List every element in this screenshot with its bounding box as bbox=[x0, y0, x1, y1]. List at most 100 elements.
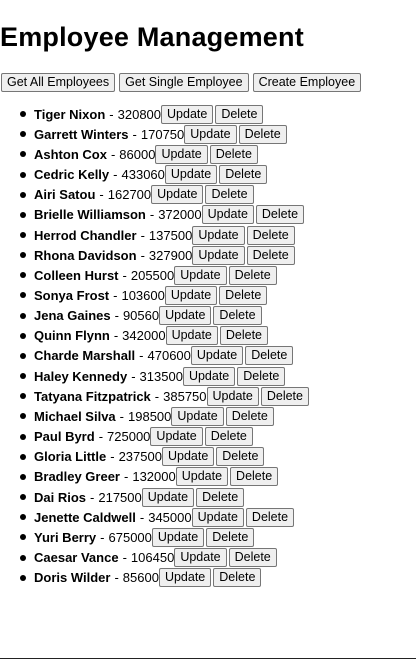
employee-list-item: Michael Silva -198500 Update Delete bbox=[0, 406, 309, 426]
name-salary-separator: - bbox=[98, 429, 104, 445]
update-button[interactable]: Update bbox=[164, 285, 218, 305]
employee-name: Airi Satou bbox=[34, 187, 96, 203]
delete-button[interactable]: Delete bbox=[205, 185, 254, 205]
bullet-icon bbox=[20, 131, 26, 138]
update-button[interactable]: Update bbox=[151, 185, 204, 205]
name-salary-separator: - bbox=[113, 328, 119, 344]
employee-list-item: Ashton Cox -86000 Update Delete bbox=[0, 144, 309, 164]
update-button[interactable]: Update bbox=[190, 346, 244, 366]
employee-name: Bradley Greer bbox=[34, 469, 120, 485]
create-employee-button[interactable]: Create Employee bbox=[252, 73, 362, 92]
employee-name: Caesar Vance bbox=[34, 550, 119, 566]
employee-name: Jena Gaines bbox=[34, 308, 111, 324]
bullet-icon bbox=[20, 473, 26, 480]
update-button[interactable]: Update bbox=[161, 447, 215, 467]
employee-list-item: Airi Satou -162700 Update Delete bbox=[0, 185, 309, 205]
bullet-icon bbox=[20, 151, 26, 158]
employee-name: Brielle Williamson bbox=[34, 207, 146, 223]
delete-button[interactable]: Delete bbox=[213, 306, 262, 326]
employee-list-item: Yuri Berry -675000 Update Delete bbox=[0, 527, 309, 547]
name-salary-separator: - bbox=[154, 388, 160, 404]
update-button[interactable]: Update bbox=[159, 306, 212, 326]
name-salary-separator: - bbox=[113, 287, 118, 303]
employee-salary: 137500 bbox=[148, 227, 193, 243]
delete-button[interactable]: Delete bbox=[219, 326, 269, 346]
update-button[interactable]: Update bbox=[171, 406, 224, 426]
employee-salary: 385750 bbox=[163, 388, 207, 404]
employee-salary: 372000 bbox=[158, 207, 202, 223]
employee-list-item: Jena Gaines -90560 Update Delete bbox=[0, 306, 309, 326]
name-salary-separator: - bbox=[119, 408, 124, 424]
employee-name: Ashton Cox bbox=[34, 146, 107, 162]
employee-name: Quinn Flynn bbox=[34, 328, 110, 344]
delete-button[interactable]: Delete bbox=[237, 366, 286, 386]
name-salary-separator: - bbox=[100, 529, 105, 545]
name-salary-separator: - bbox=[122, 267, 127, 283]
update-button[interactable]: Update bbox=[182, 366, 236, 386]
delete-button[interactable]: Delete bbox=[245, 507, 295, 527]
delete-button[interactable]: Delete bbox=[230, 467, 279, 487]
delete-button[interactable]: Delete bbox=[204, 427, 253, 447]
update-button[interactable]: Update bbox=[184, 124, 237, 144]
name-salary-separator: - bbox=[110, 146, 116, 162]
employee-name: Tiger Nixon bbox=[34, 106, 106, 122]
delete-button[interactable]: Delete bbox=[225, 406, 274, 426]
delete-button[interactable]: Delete bbox=[206, 527, 255, 547]
delete-button[interactable]: Delete bbox=[216, 447, 265, 467]
bullet-icon bbox=[20, 292, 26, 299]
bullet-icon bbox=[20, 312, 26, 319]
employee-list-item: Brielle Williamson -372000 Update Delete bbox=[0, 205, 309, 225]
employee-name: Yuri Berry bbox=[34, 529, 97, 545]
delete-button[interactable]: Delete bbox=[219, 285, 268, 305]
delete-button[interactable]: Delete bbox=[246, 225, 295, 245]
update-button[interactable]: Update bbox=[192, 245, 245, 265]
update-button[interactable]: Update bbox=[155, 144, 208, 164]
get-all-employees-button[interactable]: Get All Employees bbox=[1, 73, 116, 92]
delete-button[interactable]: Delete bbox=[228, 265, 277, 285]
name-salary-separator: - bbox=[90, 489, 95, 505]
delete-button[interactable]: Delete bbox=[219, 165, 268, 185]
update-button[interactable]: Update bbox=[164, 165, 218, 185]
employee-salary: 345000 bbox=[148, 509, 192, 525]
delete-button[interactable]: Delete bbox=[215, 104, 264, 124]
delete-button[interactable]: Delete bbox=[245, 346, 294, 366]
update-button[interactable]: Update bbox=[158, 568, 212, 588]
delete-button[interactable]: Delete bbox=[238, 124, 287, 144]
update-button[interactable]: Update bbox=[192, 225, 245, 245]
name-salary-separator: - bbox=[149, 207, 155, 223]
update-button[interactable]: Update bbox=[206, 386, 259, 406]
delete-button[interactable]: Delete bbox=[213, 568, 262, 588]
update-button[interactable]: Update bbox=[151, 527, 205, 547]
update-button[interactable]: Update bbox=[161, 104, 214, 124]
delete-button[interactable]: Delete bbox=[209, 144, 258, 164]
update-button[interactable]: Update bbox=[175, 467, 229, 487]
update-button[interactable]: Update bbox=[141, 487, 195, 507]
name-salary-separator: - bbox=[114, 308, 119, 324]
employee-salary: 170750 bbox=[140, 126, 185, 142]
update-button[interactable]: Update bbox=[174, 265, 227, 285]
delete-button[interactable]: Delete bbox=[246, 245, 295, 265]
employee-list-item: Bradley Greer -132000 Update Delete bbox=[0, 467, 309, 487]
name-salary-separator: - bbox=[114, 570, 119, 586]
employee-list-item: Herrod Chandler -137500 Update Delete bbox=[0, 225, 309, 245]
employee-name: Sonya Frost bbox=[34, 287, 110, 303]
employee-list-item: Charde Marshall -470600 Update Delete bbox=[0, 346, 309, 366]
delete-button[interactable]: Delete bbox=[196, 487, 245, 507]
employee-salary: 433060 bbox=[121, 167, 165, 183]
bullet-icon bbox=[20, 554, 26, 561]
employee-name: Michael Silva bbox=[34, 408, 116, 424]
update-button[interactable]: Update bbox=[150, 427, 203, 447]
update-button[interactable]: Update bbox=[201, 205, 254, 225]
employee-name: Paul Byrd bbox=[34, 429, 95, 445]
employee-name: Gloria Little bbox=[34, 449, 107, 465]
delete-button[interactable]: Delete bbox=[255, 205, 305, 225]
delete-button[interactable]: Delete bbox=[260, 386, 309, 406]
name-salary-separator: - bbox=[139, 509, 145, 525]
delete-button[interactable]: Delete bbox=[228, 548, 277, 568]
employee-list-item: Tatyana Fitzpatrick -385750 Update Delete bbox=[0, 386, 309, 406]
get-single-employee-button[interactable]: Get Single Employee bbox=[119, 73, 249, 92]
update-button[interactable]: Update bbox=[174, 548, 227, 568]
update-button[interactable]: Update bbox=[191, 507, 244, 527]
name-salary-separator: - bbox=[132, 126, 137, 142]
update-button[interactable]: Update bbox=[165, 326, 218, 346]
